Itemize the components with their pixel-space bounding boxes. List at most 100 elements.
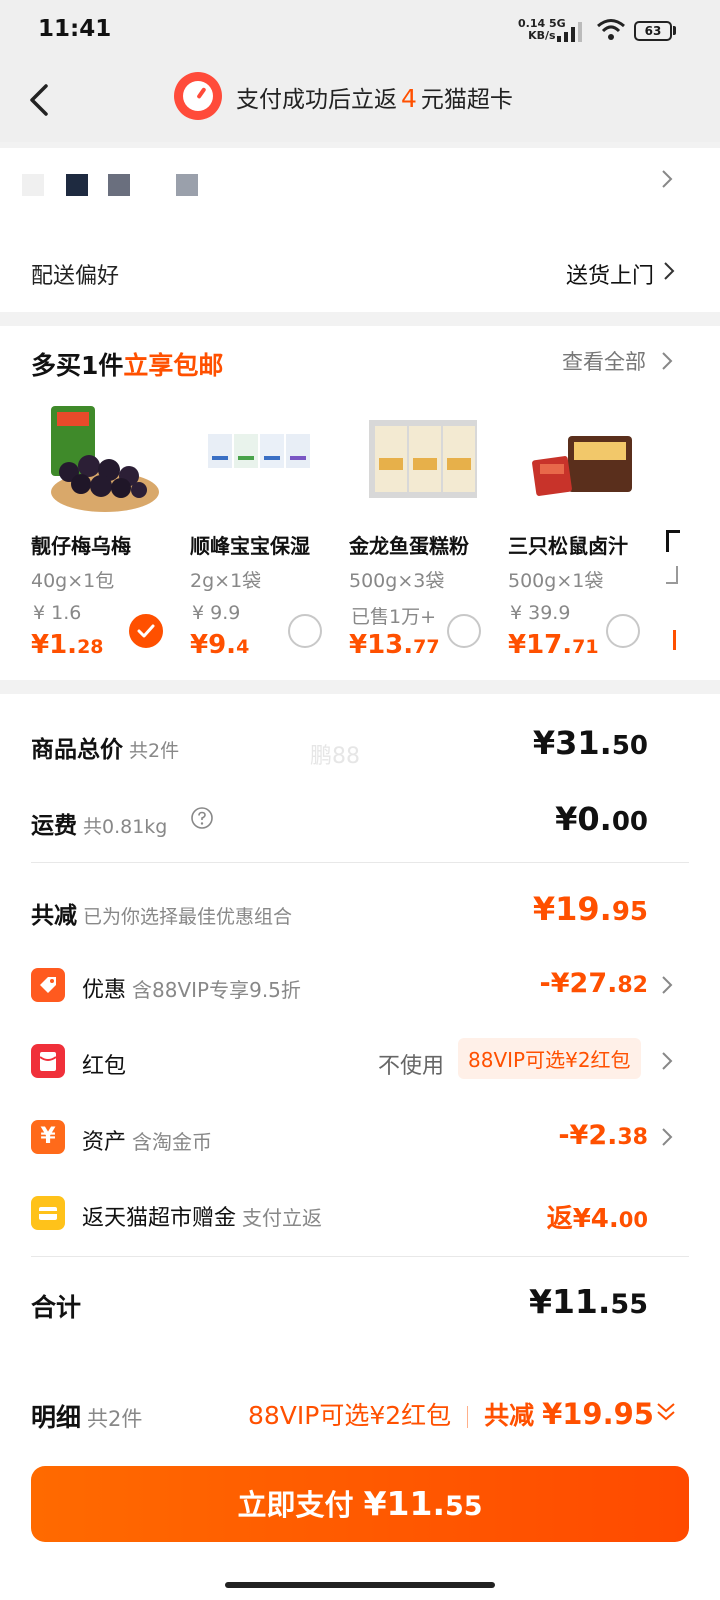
home-indicator[interactable] [225, 1582, 495, 1588]
product-name: 三只松鼠卤汁 [508, 534, 628, 558]
detail-reduce-amount: ¥19.95 [542, 1397, 654, 1431]
shipping-amount: ¥0.00 [555, 800, 648, 838]
chevron-right-icon [662, 170, 673, 188]
discount-total-amount: ¥19.95 [532, 890, 648, 928]
goods-total-amount: ¥31.50 [532, 724, 648, 762]
product-card[interactable]: 靓仔梅乌梅 40g×1包 ¥ 1.6 ¥1.28 [31, 406, 193, 666]
product-name: 金龙鱼蛋糕粉 [349, 534, 469, 558]
chevron-right-icon [662, 352, 673, 370]
product-card[interactable]: 顺峰宝宝保湿 2g×1袋 ¥ 9.9 ¥9.4 [190, 406, 352, 666]
product-select-checkbox[interactable] [447, 614, 481, 648]
status-time: 11:41 [38, 16, 112, 42]
product-image-cake-flour [369, 420, 477, 498]
goods-total-label: 商品总价 共2件 [31, 737, 180, 763]
product-image-jerky [532, 436, 632, 496]
product-name: 顺峰宝宝保湿 [190, 534, 310, 558]
product-original-price: ¥ 1.6 [33, 602, 82, 624]
product-image-plum [51, 406, 159, 512]
battery-tip [673, 26, 676, 35]
chevron-right-icon [662, 976, 673, 994]
product-card[interactable]: 三只松鼠卤汁 500g×1袋 ¥ 39.9 ¥17.71 [508, 406, 670, 666]
discount-note: 已为你选择最佳优惠组合 [83, 906, 293, 928]
product-card[interactable]: 金龙鱼蛋糕粉 500g×3袋 已售1万+ ¥13.77 [349, 406, 511, 666]
product-spec: 500g×1袋 [508, 570, 604, 592]
product-spec: 40g×1包 [31, 570, 115, 592]
page-title: 支付成功后立返 4 元猫超卡 [236, 80, 513, 114]
delivery-pref-value[interactable]: 送货上门 [566, 258, 654, 290]
vip-redpacket-tag[interactable]: 88VIP可选¥2红包 [458, 1038, 641, 1079]
cashback-note: 支付立返 [242, 1206, 323, 1230]
discount-total-label: 共减 已为你选择最佳优惠组合 [31, 903, 293, 929]
alarm-clock-icon [174, 72, 222, 120]
chevron-right-icon [664, 262, 675, 280]
assets-note: 含淘金币 [132, 1130, 213, 1154]
gift-card-icon [31, 1196, 65, 1230]
divider [31, 862, 689, 863]
product-select-checkbox[interactable] [129, 614, 163, 648]
header: 支付成功后立返 4 元猫超卡 [0, 62, 720, 142]
product-spec: 2g×1袋 [190, 570, 262, 592]
chevron-right-icon [662, 1128, 673, 1146]
address-blur [66, 174, 88, 196]
chevron-left-icon[interactable] [26, 78, 56, 122]
redpacket-value[interactable]: 不使用 [378, 1048, 444, 1080]
status-bar: 11:41 0.14 5G KB/s 63 [0, 0, 720, 62]
chevron-right-icon [662, 1052, 673, 1070]
pay-now-button[interactable]: 立即支付 ¥11.55 [31, 1466, 689, 1542]
assets-label[interactable]: 资产 含淘金币 [82, 1124, 212, 1156]
product-card-partial[interactable] [666, 530, 720, 650]
add-on-promo-card: 多买1件立享包邮 查看全部 靓仔梅乌梅 40g×1包 ¥ 1.6 ¥1.28 顺… [0, 326, 720, 680]
coupon-amount[interactable]: -¥27.82 [540, 968, 648, 999]
promo-title: 多买1件立享包邮 [31, 351, 224, 380]
cashback-label: 返天猫超市赠金 支付立返 [82, 1206, 323, 1231]
check-icon [137, 624, 155, 638]
product-original-price: ¥ 9.9 [192, 602, 241, 624]
product-price: ¥1.28 [31, 630, 104, 660]
shipping-label: 运费 共0.81kg [31, 813, 168, 839]
address-blur [176, 174, 198, 196]
coupon-label[interactable]: 优惠 含88VIP专享9.5折 [82, 972, 301, 1004]
shipping-weight: 共0.81kg [83, 816, 168, 838]
product-price: ¥9.4 [190, 630, 250, 660]
product-image-moisturizer [208, 434, 310, 468]
partial-product-price-glyph [666, 630, 676, 650]
yuan-coin-icon: ¥ [31, 1120, 65, 1154]
delivery-pref-label: 配送偏好 [31, 264, 120, 289]
detail-toggle[interactable]: 明细 共2件 [31, 1398, 142, 1434]
question-circle-icon[interactable] [190, 806, 214, 830]
double-chevron-down-icon[interactable] [654, 1398, 678, 1426]
product-price: ¥17.71 [508, 630, 599, 660]
watermark: 鹏88 [310, 744, 360, 769]
partial-product-name-glyph [666, 530, 680, 552]
total-label: 合计 [31, 1293, 82, 1322]
title-prefix: 支付成功后立返 [236, 87, 397, 113]
detail-summary[interactable]: 88VIP可选¥2红包 共减 ¥19.95 [248, 1396, 654, 1432]
title-amount: 4 [401, 84, 417, 113]
battery-icon: 63 [634, 21, 672, 41]
product-sold-count: 已售1万+ [351, 606, 437, 628]
red-packet-icon [31, 1044, 65, 1078]
detail-reduce-label: 共减 [484, 1401, 535, 1430]
signal-icon [557, 22, 582, 42]
divider [31, 1256, 689, 1257]
product-original-price: ¥ 39.9 [510, 602, 571, 624]
detail-vip-text: 88VIP可选¥2红包 [248, 1401, 452, 1430]
checkout-bar: 明细 共2件 88VIP可选¥2红包 共减 ¥19.95 立即支付 ¥11.55 [0, 1376, 720, 1600]
wifi-icon [597, 19, 625, 40]
coupon-note: 含88VIP专享9.5折 [132, 978, 301, 1002]
detail-count: 共2件 [87, 1407, 143, 1431]
product-select-checkbox[interactable] [606, 614, 640, 648]
product-price: ¥13.77 [349, 630, 440, 660]
product-spec: 500g×3袋 [349, 570, 445, 592]
product-name: 靓仔梅乌梅 [31, 534, 131, 558]
assets-amount[interactable]: -¥2.38 [558, 1120, 648, 1151]
product-select-checkbox[interactable] [288, 614, 322, 648]
order-summary-card: 鹏88 商品总价 共2件 ¥31.50 运费 共0.81kg ¥0.00 共减 已为你… [0, 694, 720, 1376]
address-blur [22, 174, 44, 196]
partial-product-spec-glyph [666, 566, 678, 584]
address-card[interactable]: 配送偏好 送货上门 [0, 148, 720, 312]
cashback-amount: 返¥4.00 [546, 1204, 648, 1234]
title-suffix: 元猫超卡 [420, 87, 513, 113]
redpacket-label[interactable]: 红包 [82, 1048, 126, 1080]
view-all-link[interactable]: 查看全部 [562, 346, 646, 376]
